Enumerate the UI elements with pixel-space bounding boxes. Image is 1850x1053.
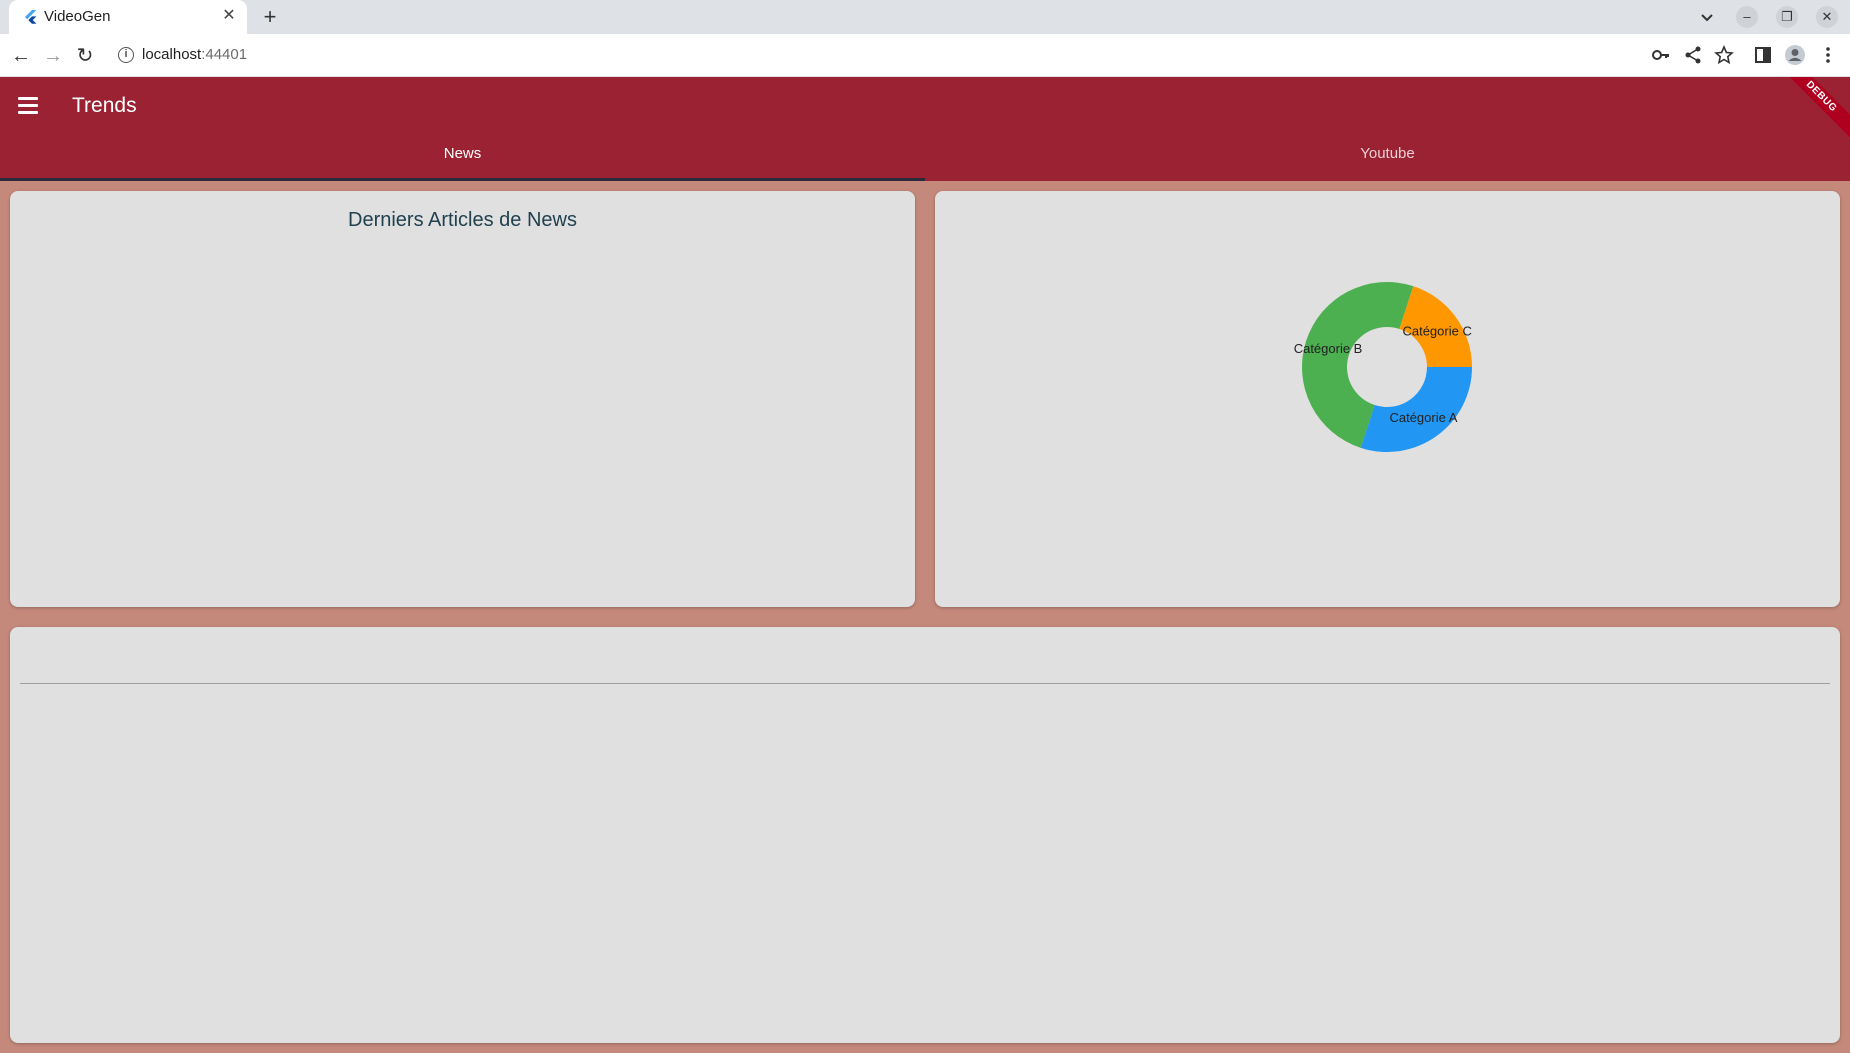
tab-indicator <box>0 178 925 181</box>
address-bar[interactable]: i localhost:44401 <box>108 39 1628 71</box>
close-window-button[interactable]: ✕ <box>1816 6 1838 28</box>
browser-tab-strip: VideoGen ✕ + – ❐ ✕ <box>0 0 1850 34</box>
new-tab-button[interactable]: + <box>257 4 283 30</box>
app-bar: Trends DEBUG News Youtube <box>0 77 1850 181</box>
browser-toolbar: ← → ↻ i localhost:44401 <box>0 34 1850 77</box>
tab-news[interactable]: News <box>0 127 925 181</box>
flutter-favicon-icon <box>25 10 37 24</box>
key-icon[interactable] <box>1650 44 1672 66</box>
app-viewport: Trends DEBUG News Youtube Derniers Artic… <box>0 77 1850 1053</box>
tab-youtube[interactable]: Youtube <box>925 127 1850 181</box>
donut-slice-label-1: Catégorie A <box>1389 410 1457 425</box>
sidepanel-icon[interactable] <box>1752 44 1774 66</box>
tab-title: VideoGen <box>44 8 111 25</box>
page-title: Trends <box>72 94 137 117</box>
minimize-button[interactable]: – <box>1736 6 1758 28</box>
forward-icon[interactable]: → <box>40 43 66 69</box>
category-donut-chart: Catégorie A Catégorie B Catégorie C <box>1294 282 1472 452</box>
restore-button[interactable]: ❐ <box>1776 6 1798 28</box>
url-text: localhost:44401 <box>142 46 248 63</box>
menu-icon[interactable] <box>18 97 38 115</box>
share-icon[interactable] <box>1682 44 1704 66</box>
more-icon[interactable] <box>1817 44 1839 66</box>
news-card-title: Derniers Articles de News <box>348 209 577 231</box>
tab-search-chevron-icon[interactable] <box>1696 6 1718 28</box>
back-icon[interactable]: ← <box>8 43 34 69</box>
tab-close-icon[interactable]: ✕ <box>219 6 239 26</box>
info-icon[interactable]: i <box>118 47 134 63</box>
donut-slice-label-3: Catégorie C <box>1402 324 1471 339</box>
news-card: Derniers Articles de News <box>10 191 915 607</box>
chart-card: Catégorie A Catégorie B Catégorie C <box>935 191 1840 607</box>
divider <box>20 683 1830 684</box>
donut-slice-label-2: Catégorie B <box>1294 341 1363 356</box>
bottom-card <box>10 627 1840 1043</box>
tab-bar: News Youtube <box>0 127 1850 181</box>
profile-icon[interactable] <box>1784 44 1806 66</box>
browser-tab[interactable]: VideoGen ✕ <box>9 0 247 34</box>
star-icon[interactable] <box>1713 44 1735 66</box>
reload-icon[interactable]: ↻ <box>72 43 98 69</box>
